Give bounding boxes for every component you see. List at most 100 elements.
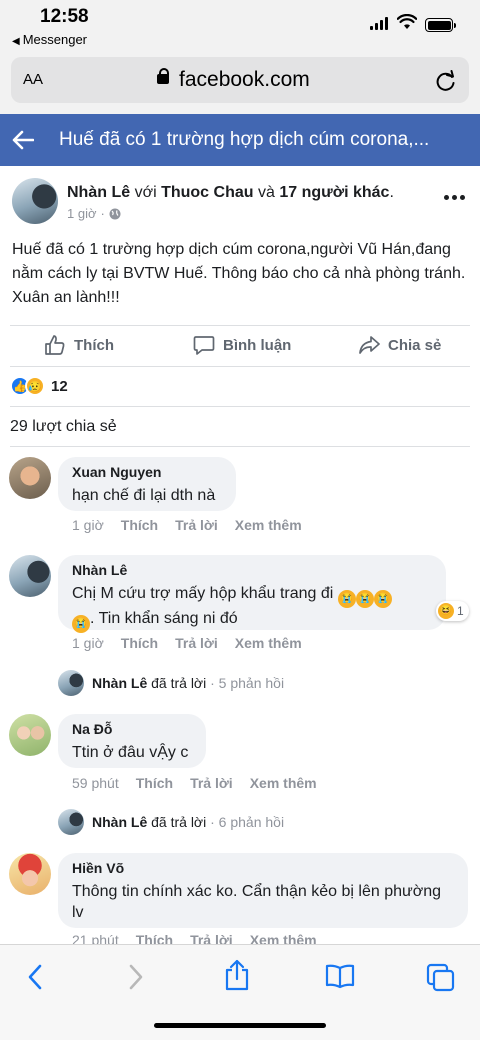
comment-time: 1 giờ xyxy=(72,517,104,533)
comment-button[interactable]: Bình luận xyxy=(193,334,291,356)
comment-label: Bình luận xyxy=(223,336,292,354)
divider xyxy=(10,446,470,447)
clock: 12:58 xyxy=(40,6,89,27)
comment-meta: 1 giờ Thích Trả lời Xem thêm xyxy=(72,517,319,533)
globe-icon xyxy=(109,208,121,219)
reply-count: 6 phản hồi xyxy=(218,814,285,830)
replies-link[interactable]: Nhàn Lê đã trả lời · 5 phản hồi xyxy=(58,670,284,696)
comment-time: 1 giờ xyxy=(72,635,104,651)
commenter-name[interactable]: Na Đỗ xyxy=(72,721,192,737)
thumbs-up-icon xyxy=(45,335,65,355)
back-to-messenger[interactable]: ◀ Messenger xyxy=(12,32,87,47)
back-app-label: Messenger xyxy=(22,32,88,47)
post-meta: 1 giờ · xyxy=(67,206,121,221)
tagged-name[interactable]: Thuoc Chau xyxy=(161,184,253,201)
status-bar: 12:58 ◀ Messenger xyxy=(0,0,480,52)
back-chevron-icon[interactable] xyxy=(25,963,45,991)
forward-chevron-icon[interactable] xyxy=(126,963,146,991)
crying-emoji-icon: 😭 xyxy=(355,590,374,608)
comment-more-link[interactable]: Xem thêm xyxy=(250,775,317,791)
post-author-line: Nhàn Lê với Thuoc Chau và 17 người khác. xyxy=(67,184,394,201)
comment-bubble: Na Đỗ Ttin ở đâu vẬy c xyxy=(58,714,206,768)
like-button[interactable]: Thích xyxy=(44,334,114,356)
reply-count: 5 phản hồi xyxy=(218,675,285,691)
with-word: với xyxy=(134,184,157,201)
reaction-count: 12 xyxy=(51,377,68,395)
lock-icon xyxy=(157,68,169,84)
reader-options-button[interactable]: AA xyxy=(23,71,43,88)
comment-text: Ttin ở đâu vẬy c xyxy=(72,744,189,761)
post-text: Huế đã có 1 trường hợp dịch cúm corona,n… xyxy=(12,241,466,306)
haha-reaction-icon: 😆 xyxy=(438,603,454,619)
comment-text: Chị M cứu trợ mấy hộp khẩu trang đi 😭 😭 😭 😭… xyxy=(72,583,432,633)
reply-separator: · xyxy=(210,814,215,830)
tagged-others[interactable]: 17 người khác xyxy=(279,184,389,201)
post-author-avatar[interactable] xyxy=(12,178,58,224)
comment-like-link[interactable]: Thích xyxy=(121,635,158,651)
reload-icon[interactable] xyxy=(436,70,456,92)
comment-text: hạn chế đi lại dth nà xyxy=(72,487,216,504)
comment-reaction-badge[interactable]: 😆 1 xyxy=(436,601,469,621)
comment-meta: 59 phút Thích Trả lời Xem thêm xyxy=(72,775,334,791)
cellular-signal-icon xyxy=(370,17,388,30)
like-label: Thích xyxy=(74,336,114,354)
commenter-avatar[interactable] xyxy=(9,555,51,597)
back-arrow-icon[interactable] xyxy=(12,130,34,150)
commenter-avatar[interactable] xyxy=(9,853,51,895)
browser-address-area: AA facebook.com xyxy=(0,52,480,114)
comment-icon xyxy=(193,336,215,355)
divider xyxy=(10,406,470,407)
tabs-icon[interactable] xyxy=(426,963,456,993)
sad-reaction-icon: 😥 xyxy=(25,376,45,396)
divider xyxy=(10,366,470,367)
battery-icon xyxy=(425,18,456,32)
author-name[interactable]: Nhàn Lê xyxy=(67,184,130,201)
share-icon[interactable] xyxy=(224,959,250,991)
reaction-summary[interactable]: 👍 😥 12 xyxy=(10,376,68,396)
crying-emoji-icon: 😭 xyxy=(373,590,392,608)
url-domain: facebook.com xyxy=(179,68,310,91)
comment-meta: 1 giờ Thích Trả lời Xem thêm xyxy=(72,635,319,651)
bookmarks-icon[interactable] xyxy=(325,963,355,989)
comment-reply-link[interactable]: Trả lời xyxy=(175,635,218,651)
post-actions: Thích Bình luận Chia sẻ xyxy=(0,326,480,366)
share-label: Chia sẻ xyxy=(388,336,442,354)
comment-reply-link[interactable]: Trả lời xyxy=(175,517,218,533)
comment-like-link[interactable]: Thích xyxy=(121,517,158,533)
comment-reply-link[interactable]: Trả lời xyxy=(190,775,233,791)
commenter-name[interactable]: Nhàn Lê xyxy=(72,562,432,578)
commenter-name[interactable]: Hiền Võ xyxy=(72,860,454,876)
reply-author: Nhàn Lê xyxy=(92,814,148,830)
reply-avatar xyxy=(58,809,84,835)
comment-bubble: Hiền Võ Thông tin chính xác ko. Cẩn thận… xyxy=(58,853,468,928)
post-options-button[interactable] xyxy=(444,195,465,200)
comment-text: Thông tin chính xác ko. Cẩn thận kẻo bị … xyxy=(72,883,441,921)
comment-more-link[interactable]: Xem thêm xyxy=(235,635,302,651)
reply-verb: đã trả lời xyxy=(151,814,207,830)
commenter-name[interactable]: Xuan Nguyen xyxy=(72,464,222,480)
post-time: 1 giờ xyxy=(67,206,97,221)
comment-bubble: Xuan Nguyen hạn chế đi lại dth nà xyxy=(58,457,236,511)
commenter-avatar[interactable] xyxy=(9,714,51,756)
reply-verb: đã trả lời xyxy=(151,675,207,691)
reply-separator: · xyxy=(210,675,215,691)
comment-like-link[interactable]: Thích xyxy=(136,775,173,791)
crying-emoji-icon: 😭 xyxy=(337,590,356,608)
crying-emoji-icon: 😭 xyxy=(72,615,90,633)
and-word: và xyxy=(257,184,275,201)
home-indicator xyxy=(154,1023,326,1028)
share-count[interactable]: 29 lượt chia sẻ xyxy=(10,418,117,436)
comment-bubble: Nhàn Lê Chị M cứu trợ mấy hộp khẩu trang… xyxy=(58,555,446,633)
replies-link[interactable]: Nhàn Lê đã trả lời · 6 phản hồi xyxy=(58,809,284,835)
share-arrow-icon xyxy=(359,336,380,354)
comment-reaction-count: 1 xyxy=(457,604,464,618)
commenter-avatar[interactable] xyxy=(9,457,51,499)
reply-avatar xyxy=(58,670,84,696)
reply-author: Nhàn Lê xyxy=(92,675,148,691)
aa-label: AA xyxy=(23,71,44,88)
comment-more-link[interactable]: Xem thêm xyxy=(235,517,302,533)
wifi-icon xyxy=(397,14,417,29)
post-header-bar: Huế đã có 1 trường hợp dịch cúm corona,.… xyxy=(0,114,480,166)
address-bar[interactable]: AA facebook.com xyxy=(11,57,469,103)
share-button[interactable]: Chia sẻ xyxy=(358,334,441,356)
